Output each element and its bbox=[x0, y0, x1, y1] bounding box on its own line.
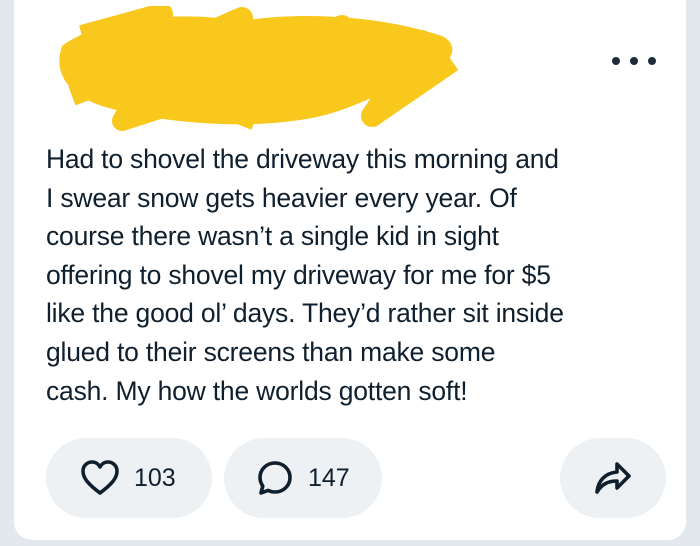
more-options-button[interactable] bbox=[612, 50, 656, 72]
heart-icon bbox=[81, 460, 119, 495]
reply-count: 147 bbox=[308, 463, 350, 492]
post-body-text: Had to shovel the driveway this morning … bbox=[46, 144, 564, 406]
redaction-scribble bbox=[59, 6, 459, 131]
share-button[interactable] bbox=[560, 438, 666, 518]
like-button[interactable]: 103 bbox=[46, 438, 212, 518]
reply-button[interactable]: 147 bbox=[224, 438, 382, 518]
more-dot bbox=[612, 57, 620, 65]
comment-bubble-icon bbox=[258, 461, 292, 495]
post-card: Had to shovel the driveway this morning … bbox=[14, 0, 686, 540]
like-count: 103 bbox=[134, 463, 176, 492]
more-dot bbox=[630, 57, 638, 65]
share-arrow-icon bbox=[595, 462, 631, 494]
more-dot bbox=[648, 57, 656, 65]
